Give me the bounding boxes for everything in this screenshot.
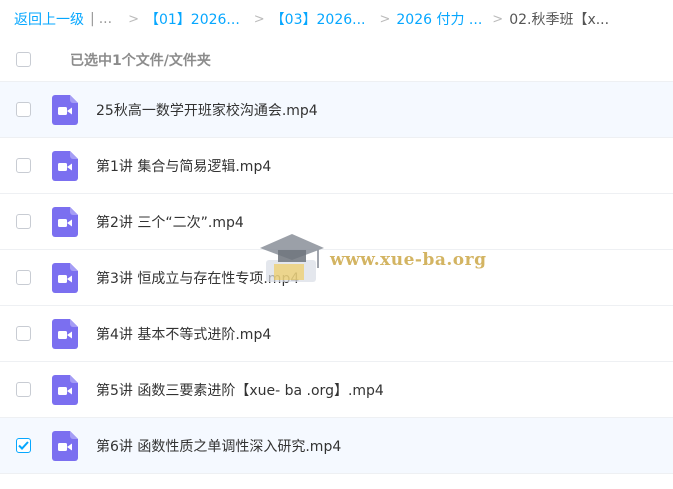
file-row[interactable]: 第1讲 集合与简易逻辑.mp4: [0, 138, 673, 194]
file-name[interactable]: 第1讲 集合与简易逻辑.mp4: [96, 156, 271, 176]
file-checkbox[interactable]: [16, 438, 31, 453]
file-checkbox[interactable]: [16, 158, 31, 173]
file-row[interactable]: 第6讲 函数性质之单调性深入研究.mp4: [0, 418, 673, 474]
file-name[interactable]: 第6讲 函数性质之单调性深入研究.mp4: [96, 436, 341, 456]
file-row[interactable]: 第4讲 基本不等式进阶.mp4: [0, 306, 673, 362]
video-file-icon[interactable]: [52, 150, 78, 181]
select-all-checkbox[interactable]: [16, 52, 31, 67]
breadcrumb-current: 02.秋季班【x...: [509, 12, 610, 28]
file-checkbox[interactable]: [16, 270, 31, 285]
video-file-icon[interactable]: [52, 430, 78, 461]
checkmark-icon: [18, 441, 29, 450]
breadcrumb-ellipsis[interactable]: ...: [99, 11, 112, 27]
file-list: 25秋高一数学开班家校沟通会.mp4 第1讲 集合与简易逻辑.mp4 第2讲 三个“…: [0, 82, 673, 474]
file-name[interactable]: 第4讲 基本不等式进阶.mp4: [96, 324, 271, 344]
file-checkbox[interactable]: [16, 326, 31, 341]
file-row[interactable]: 25秋高一数学开班家校沟通会.mp4: [0, 82, 673, 138]
breadcrumb-separator: >: [492, 11, 504, 27]
video-file-icon[interactable]: [52, 318, 78, 349]
selection-count: 已选中1个文件/文件夹: [70, 52, 211, 69]
breadcrumb-separator: >: [253, 11, 265, 27]
file-name[interactable]: 第5讲 函数三要素进阶【xue- ba .org】.mp4: [96, 380, 384, 400]
file-name[interactable]: 第3讲 恒成立与存在性专项.mp4: [96, 268, 299, 288]
breadcrumb-separator: >: [128, 11, 139, 27]
video-file-icon[interactable]: [52, 262, 78, 293]
file-row[interactable]: 第3讲 恒成立与存在性专项.mp4: [0, 250, 673, 306]
file-checkbox[interactable]: [16, 382, 31, 397]
back-link[interactable]: 返回上一级: [14, 9, 84, 29]
selection-bar: 已选中1个文件/文件夹: [0, 38, 673, 82]
breadcrumb-divider: |: [90, 11, 95, 27]
video-file-icon[interactable]: [52, 206, 78, 237]
video-file-icon[interactable]: [52, 374, 78, 405]
file-name[interactable]: 第2讲 三个“二次”.mp4: [96, 212, 244, 232]
file-name[interactable]: 25秋高一数学开班家校沟通会.mp4: [96, 100, 318, 120]
breadcrumb-separator: >: [379, 11, 391, 27]
file-checkbox[interactable]: [16, 214, 31, 229]
breadcrumb-item-3[interactable]: 2026 付力 ...: [396, 9, 482, 29]
video-file-icon[interactable]: [52, 94, 78, 125]
file-row[interactable]: 第2讲 三个“二次”.mp4: [0, 194, 673, 250]
breadcrumb-item-2[interactable]: 【03】2026...: [271, 9, 366, 29]
breadcrumb: 返回上一级 | ... > 【01】2026... > 【03】2026... …: [0, 0, 673, 38]
file-checkbox[interactable]: [16, 102, 31, 117]
breadcrumb-item-1[interactable]: 【01】2026...: [145, 9, 240, 29]
file-row[interactable]: 第5讲 函数三要素进阶【xue- ba .org】.mp4: [0, 362, 673, 418]
